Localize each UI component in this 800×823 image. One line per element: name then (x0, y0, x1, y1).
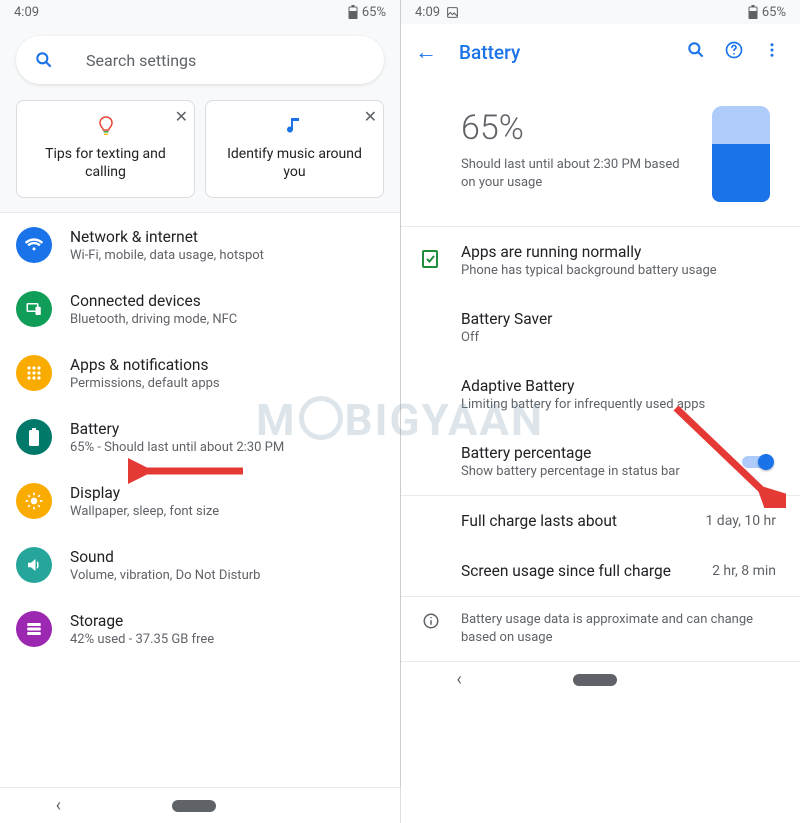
card-music[interactable]: ✕ Identify music around you (205, 100, 384, 198)
item-title: Connected devices (70, 292, 237, 310)
search-icon[interactable] (682, 40, 710, 65)
battery-percentage: 65% (461, 108, 692, 148)
item-sub: Permissions, default apps (70, 376, 220, 391)
help-icon[interactable] (720, 40, 748, 65)
status-bar: 4:09 65% (0, 0, 400, 24)
item-network[interactable]: Network & internet Wi-Fi, mobile, data us… (0, 213, 400, 277)
item-sub: Wallpaper, sleep, font size (70, 504, 219, 519)
item-title: Display (70, 484, 219, 502)
card-title: Identify music around you (216, 145, 373, 181)
apps-icon (16, 355, 52, 391)
search-container: Search settings (0, 24, 400, 94)
item-title: Storage (70, 612, 214, 630)
battery-large-icon (712, 106, 770, 202)
battery-icon (748, 5, 758, 19)
app-bar: ← Battery (401, 24, 800, 80)
row-sub: Show battery percentage in status bar (461, 464, 680, 479)
card-tips[interactable]: ✕ Tips for texting and calling (16, 100, 195, 198)
status-time: 4:09 (14, 5, 39, 20)
item-title: Battery (70, 420, 284, 438)
item-title: Network & internet (70, 228, 264, 246)
settings-list: Network & internet Wi-Fi, mobile, data us… (0, 212, 400, 787)
row-sub: Phone has typical background battery usa… (461, 263, 717, 278)
search-bar[interactable]: Search settings (16, 36, 384, 84)
nav-home[interactable] (172, 800, 216, 812)
nav-back[interactable]: ‹ (456, 669, 461, 690)
item-apps[interactable]: Apps & notifications Permissions, default… (0, 341, 400, 405)
item-sub: Bluetooth, driving mode, NFC (70, 312, 237, 327)
annotation-arrow-right (666, 398, 786, 508)
row-apps-running[interactable]: Apps are running normally Phone has typic… (401, 227, 800, 294)
music-note-icon (216, 115, 373, 137)
search-placeholder: Search settings (86, 51, 196, 70)
row-title: Apps are running normally (461, 243, 717, 261)
info-note: Battery usage data is approximate and ca… (401, 596, 800, 661)
lightbulb-icon (27, 115, 184, 137)
suggestion-cards: ✕ Tips for texting and calling ✕ Identif… (0, 94, 400, 212)
search-icon (34, 50, 54, 70)
nav-home[interactable] (573, 674, 617, 686)
row-title: Battery Saver (461, 310, 552, 328)
wifi-icon (16, 227, 52, 263)
picture-icon (446, 6, 459, 19)
row-battery-saver[interactable]: Battery Saver Off (401, 294, 800, 361)
close-icon[interactable]: ✕ (364, 107, 377, 126)
status-bar: 4:09 65% (401, 0, 800, 24)
item-connected-devices[interactable]: Connected devices Bluetooth, driving mode… (0, 277, 400, 341)
info-icon (421, 612, 441, 647)
row-screen-usage[interactable]: Screen usage since full charge 2 hr, 8 m… (401, 546, 800, 596)
row-title: Adaptive Battery (461, 377, 705, 395)
battery-estimate: Should last until about 2:30 PM based on… (461, 156, 692, 192)
row-title: Screen usage since full charge (461, 562, 671, 580)
item-sub: Wi-Fi, mobile, data usage, hotspot (70, 248, 264, 263)
card-title: Tips for texting and calling (27, 145, 184, 181)
item-sub: Volume, vibration, Do Not Disturb (70, 568, 260, 583)
item-title: Sound (70, 548, 260, 566)
brightness-icon (16, 483, 52, 519)
page-title: Battery (459, 41, 672, 64)
status-battery: 65% (362, 5, 386, 20)
screen-divider (400, 0, 401, 787)
item-sub: 42% used - 37.35 GB free (70, 632, 214, 647)
item-storage[interactable]: Storage 42% used - 37.35 GB free (0, 597, 400, 661)
battery-hero: 65% Should last until about 2:30 PM base… (401, 80, 800, 227)
item-sound[interactable]: Sound Volume, vibration, Do Not Disturb (0, 533, 400, 597)
nav-bar: ‹ ▢ (401, 661, 800, 697)
nav-bar: ‹ ▢ (0, 787, 400, 823)
overflow-menu-icon[interactable] (758, 40, 786, 64)
storage-icon (16, 611, 52, 647)
row-sub: Off (461, 330, 552, 345)
row-title: Battery percentage (461, 444, 680, 462)
info-text: Battery usage data is approximate and ca… (461, 611, 776, 647)
battery-icon (16, 419, 52, 455)
back-button[interactable]: ← (415, 39, 437, 65)
settings-screen: 4:09 65% Search settings ✕ Tips for text… (0, 0, 400, 823)
row-title: Full charge lasts about (461, 512, 617, 530)
item-sub: 65% - Should last until about 2:30 PM (70, 440, 284, 455)
devices-icon (16, 291, 52, 327)
battery-icon (348, 5, 358, 19)
close-icon[interactable]: ✕ (175, 107, 188, 126)
row-value: 2 hr, 8 min (712, 563, 776, 579)
item-title: Apps & notifications (70, 356, 220, 374)
status-battery: 65% (762, 5, 786, 20)
check-box-icon (421, 249, 439, 273)
nav-back[interactable]: ‹ (56, 795, 61, 816)
status-time: 4:09 (415, 5, 440, 20)
annotation-arrow-left (128, 456, 248, 486)
sound-icon (16, 547, 52, 583)
row-value: 1 day, 10 hr (705, 513, 776, 529)
